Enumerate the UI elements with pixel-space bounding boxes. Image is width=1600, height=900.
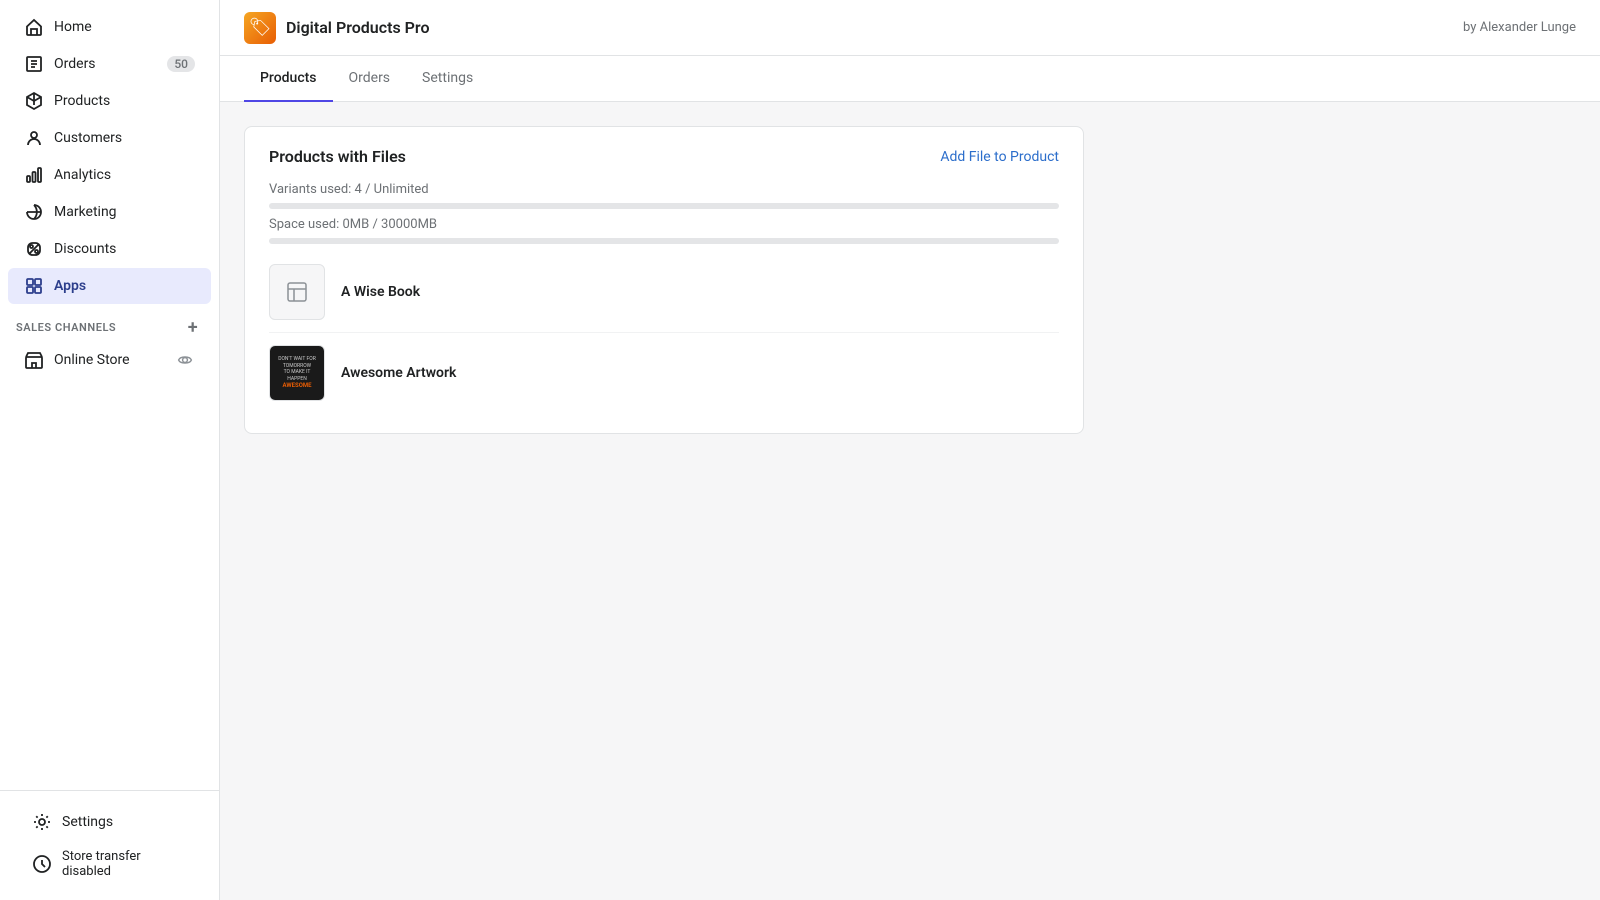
sidebar-item-marketing[interactable]: Marketing — [8, 194, 211, 230]
sidebar-footer: Settings Store transfer disabled — [0, 790, 219, 900]
sidebar-item-online-store[interactable]: Online Store — [8, 342, 211, 378]
sidebar-item-apps-label: Apps — [54, 278, 86, 294]
sidebar-item-orders[interactable]: Orders 50 — [8, 46, 211, 82]
discounts-icon — [24, 239, 44, 259]
home-icon — [24, 17, 44, 37]
app-tabs: Products Orders Settings — [220, 56, 1600, 102]
store-icon — [24, 350, 44, 370]
orders-badge: 50 — [167, 56, 195, 72]
app-icon: 🏷 — [244, 12, 276, 44]
sales-channels-section: SALES CHANNELS + — [0, 305, 219, 341]
product-name-awesome-artwork: Awesome Artwork — [341, 365, 456, 381]
variants-used: Variants used: 4 / Unlimited — [269, 182, 1059, 197]
products-list: A Wise Book DON'T WAIT FOR TOMORROW TO M… — [269, 252, 1059, 413]
variants-progress-bar — [269, 203, 1059, 209]
product-name-wise-book: A Wise Book — [341, 284, 420, 300]
analytics-icon — [24, 165, 44, 185]
product-row-awesome-artwork[interactable]: DON'T WAIT FOR TOMORROW TO MAKE IT HAPPE… — [269, 333, 1059, 413]
sales-channels-label: SALES CHANNELS — [16, 321, 116, 334]
page-content: Products with Files Add File to Product … — [220, 102, 1600, 900]
card-header: Products with Files Add File to Product — [269, 147, 1059, 166]
orders-icon — [24, 54, 44, 74]
sidebar-item-online-store-label: Online Store — [54, 352, 130, 368]
store-transfer-icon — [32, 854, 52, 874]
product-row-wise-book[interactable]: A Wise Book — [269, 252, 1059, 333]
sidebar-item-customers[interactable]: Customers — [8, 120, 211, 156]
sidebar-item-orders-label: Orders — [54, 56, 96, 72]
sidebar-item-marketing-label: Marketing — [54, 204, 117, 220]
sidebar-item-products-label: Products — [54, 93, 110, 109]
app-header: 🏷 Digital Products Pro by Alexander Lung… — [220, 0, 1600, 56]
sidebar-item-analytics[interactable]: Analytics — [8, 157, 211, 193]
artwork-thumbnail-text: DON'T WAIT FOR TOMORROW TO MAKE IT HAPPE… — [270, 352, 324, 394]
sidebar-item-products[interactable]: Products — [8, 83, 211, 119]
add-sales-channel-button[interactable]: + — [183, 317, 203, 337]
tab-orders[interactable]: Orders — [333, 56, 407, 102]
sidebar-item-customers-label: Customers — [54, 130, 122, 146]
tab-products[interactable]: Products — [244, 56, 333, 102]
space-used: Space used: 0MB / 30000MB — [269, 217, 1059, 232]
apps-icon — [24, 276, 44, 296]
sidebar-item-store-transfer[interactable]: Store transfer disabled — [16, 841, 203, 887]
sidebar-item-settings[interactable]: Settings — [16, 804, 203, 840]
sidebar-item-analytics-label: Analytics — [54, 167, 111, 183]
marketing-icon — [24, 202, 44, 222]
product-thumb-awesome-artwork: DON'T WAIT FOR TOMORROW TO MAKE IT HAPPE… — [269, 345, 325, 401]
sidebar-item-home[interactable]: Home — [8, 9, 211, 45]
products-card: Products with Files Add File to Product … — [244, 126, 1084, 434]
products-icon — [24, 91, 44, 111]
sidebar-navigation: Home Orders 50 Products Customers — [0, 0, 219, 790]
sidebar-item-apps[interactable]: Apps — [8, 268, 211, 304]
main-content: 🏷 Digital Products Pro by Alexander Lung… — [220, 0, 1600, 900]
online-store-visibility-icon[interactable] — [175, 350, 195, 370]
add-file-button[interactable]: Add File to Product — [940, 149, 1059, 165]
app-header-left: 🏷 Digital Products Pro — [244, 12, 430, 44]
app-title: Digital Products Pro — [286, 18, 430, 37]
sidebar-item-settings-label: Settings — [62, 814, 113, 830]
sidebar: Home Orders 50 Products Customers — [0, 0, 220, 900]
sidebar-item-store-transfer-label: Store transfer disabled — [62, 849, 187, 879]
sidebar-item-discounts-label: Discounts — [54, 241, 116, 257]
tab-settings[interactable]: Settings — [406, 56, 489, 102]
card-title: Products with Files — [269, 147, 406, 166]
app-header-by: by Alexander Lunge — [1463, 20, 1576, 35]
sidebar-item-discounts[interactable]: Discounts — [8, 231, 211, 267]
customers-icon — [24, 128, 44, 148]
sidebar-item-home-label: Home — [54, 19, 92, 35]
space-progress-bar — [269, 238, 1059, 244]
product-thumb-wise-book — [269, 264, 325, 320]
settings-icon — [32, 812, 52, 832]
